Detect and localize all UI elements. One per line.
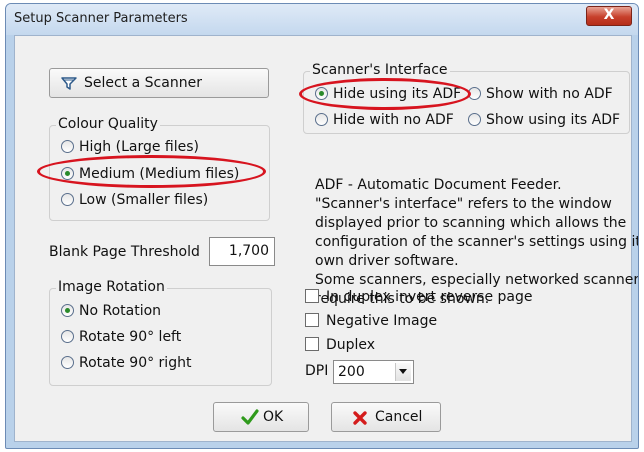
radio-button-icon xyxy=(315,113,328,126)
radio-button-selected-icon xyxy=(315,87,328,100)
ok-button[interactable]: OK xyxy=(213,402,309,432)
close-icon: X xyxy=(603,7,615,23)
iface-hide-no-adf-radio[interactable]: Hide with no ADF xyxy=(315,112,454,132)
iface-show-no-adf-radio[interactable]: Show with no ADF xyxy=(468,86,613,106)
checkbox-icon xyxy=(305,313,319,327)
negative-image-checkbox[interactable]: Negative Image xyxy=(305,313,437,329)
dpi-select[interactable]: 200 xyxy=(333,360,414,384)
radio-button-icon xyxy=(61,193,74,206)
rotation-right-radio[interactable]: Rotate 90° right xyxy=(61,355,191,375)
dialog-window: Setup Scanner Parameters X Select a Scan… xyxy=(5,3,639,449)
radio-button-icon xyxy=(61,330,74,343)
dpi-label: DPI xyxy=(305,363,329,379)
checkbox-icon xyxy=(305,289,319,303)
select-scanner-label: Select a Scanner xyxy=(84,75,202,91)
colour-medium-radio[interactable]: Medium (Medium files) xyxy=(61,166,239,186)
blank-page-label: Blank Page Threshold xyxy=(49,244,200,260)
window-title: Setup Scanner Parameters xyxy=(14,11,188,26)
close-button[interactable]: X xyxy=(586,6,632,26)
select-scanner-button[interactable]: Select a Scanner xyxy=(49,68,269,98)
checkmark-icon xyxy=(241,409,259,429)
radio-button-selected-icon xyxy=(61,167,74,180)
cancel-button[interactable]: Cancel xyxy=(331,402,441,432)
iface-show-adf-radio[interactable]: Show using its ADF xyxy=(468,112,620,132)
colour-quality-label: Colour Quality xyxy=(56,116,160,132)
dropdown-arrow-icon[interactable] xyxy=(395,363,411,381)
rotation-left-radio[interactable]: Rotate 90° left xyxy=(61,329,181,349)
duplex-invert-checkbox[interactable]: In duplex invert reverse page xyxy=(305,289,533,305)
duplex-checkbox[interactable]: Duplex xyxy=(305,337,375,353)
radio-button-icon xyxy=(468,87,481,100)
radio-button-icon xyxy=(61,140,74,153)
colour-low-radio[interactable]: Low (Smaller files) xyxy=(61,192,208,212)
dialog-body: Select a Scanner Colour Quality High (La… xyxy=(14,35,638,442)
scanner-icon xyxy=(60,75,78,95)
scanner-interface-label: Scanner's Interface xyxy=(310,62,450,78)
image-rotation-label: Image Rotation xyxy=(56,279,167,295)
iface-hide-adf-radio[interactable]: Hide using its ADF xyxy=(315,86,461,106)
radio-button-icon xyxy=(61,356,74,369)
checkbox-icon xyxy=(305,337,319,351)
title-bar: Setup Scanner Parameters X xyxy=(6,4,638,35)
cancel-x-icon xyxy=(352,410,368,430)
colour-high-radio[interactable]: High (Large files) xyxy=(61,139,199,159)
radio-button-selected-icon xyxy=(61,304,74,317)
rotation-none-radio[interactable]: No Rotation xyxy=(61,303,161,323)
blank-page-threshold-input[interactable]: 1,700 xyxy=(209,237,275,266)
radio-button-icon xyxy=(468,113,481,126)
